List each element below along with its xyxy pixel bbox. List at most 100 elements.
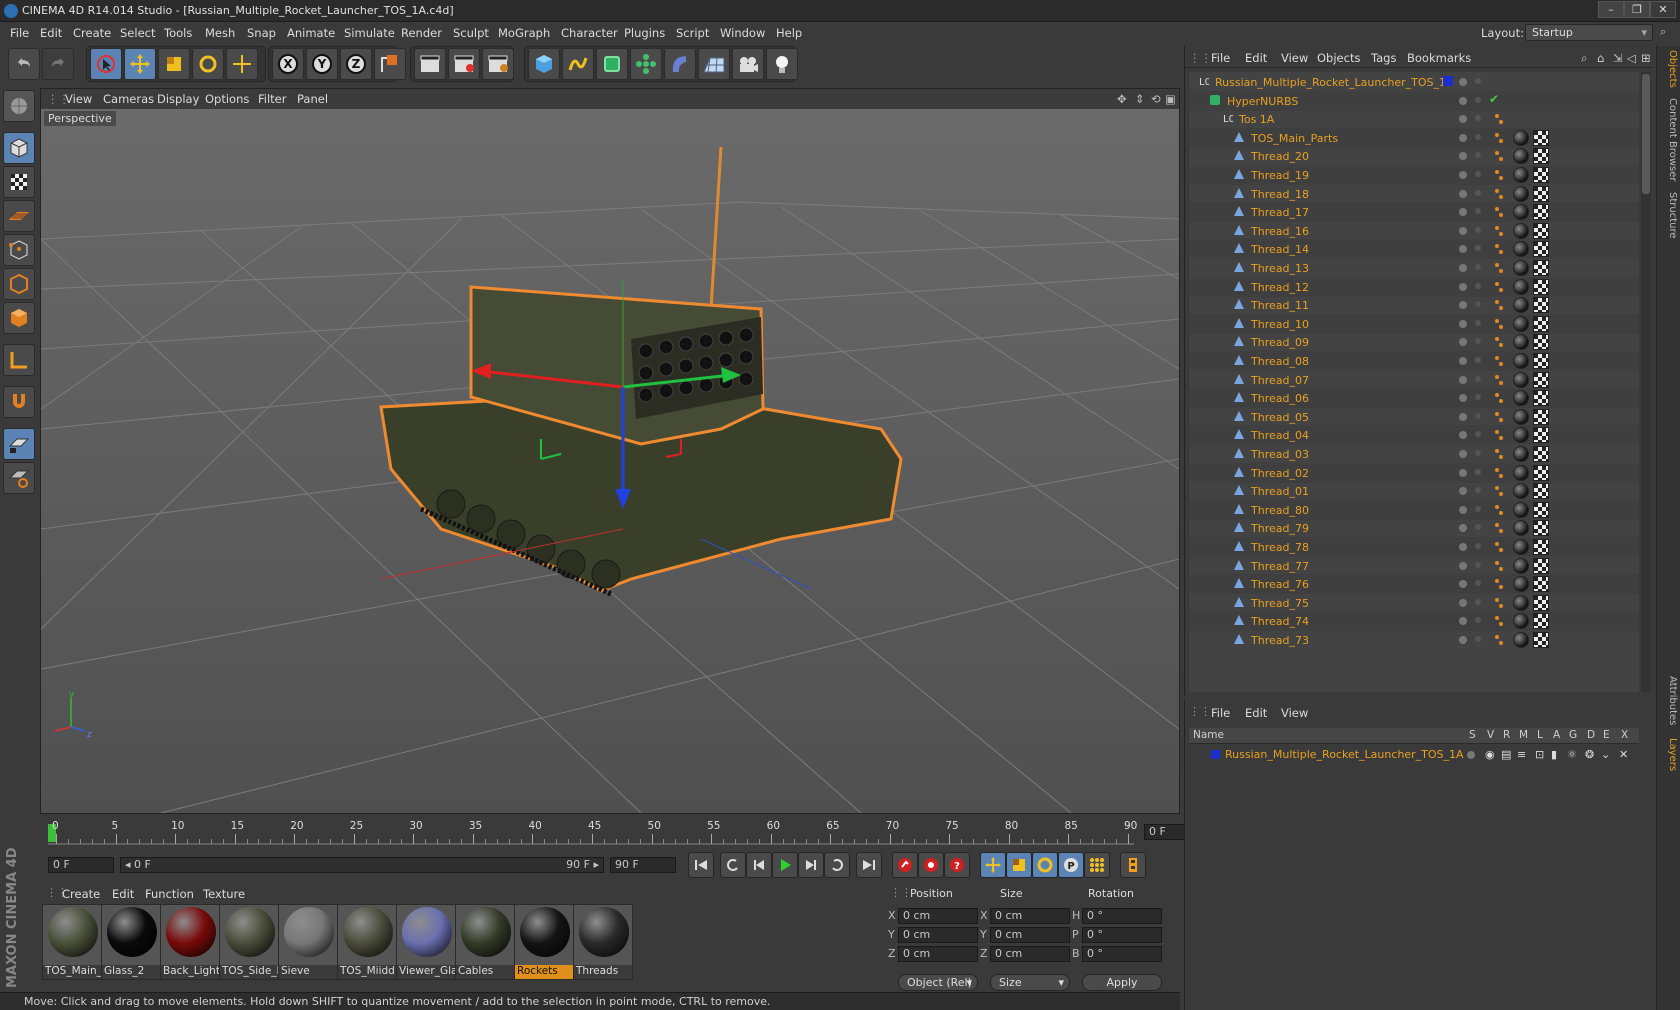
material-tag-icon[interactable]	[1513, 501, 1529, 518]
record-rotation-button[interactable]	[1032, 852, 1058, 878]
object-name[interactable]: Thread_10	[1251, 318, 1309, 331]
object-row[interactable]: Thread_11	[1189, 295, 1639, 315]
material-tag-icon[interactable]	[1513, 557, 1529, 574]
record-position-button[interactable]	[980, 852, 1006, 878]
rot-h-field[interactable]: 0 °	[1082, 908, 1162, 924]
lm-menu-view[interactable]: View	[1281, 706, 1308, 720]
menu-file[interactable]: File	[10, 26, 29, 40]
object-row[interactable]: Thread_02	[1189, 462, 1639, 483]
y-axis-lock-button[interactable]: Y	[306, 48, 338, 80]
record-point-level-button[interactable]	[1084, 852, 1110, 878]
side-tab-objects[interactable]: Objects	[1660, 50, 1678, 88]
menu-render[interactable]: Render	[401, 26, 442, 40]
animation-film-icon[interactable]: ▮	[1551, 748, 1557, 761]
rot-p-field[interactable]: 0 °	[1082, 927, 1162, 943]
uvw-tag-icon[interactable]	[1533, 260, 1549, 276]
phong-tag-icon[interactable]	[1495, 356, 1499, 360]
close-button[interactable]: ✕	[1650, 1, 1676, 18]
render-visibility-dot[interactable]	[1475, 133, 1481, 140]
menu-snap[interactable]: Snap	[247, 26, 276, 40]
editor-visibility-dot[interactable]	[1459, 431, 1467, 440]
render-visibility-dot[interactable]	[1475, 152, 1481, 159]
om-menu-edit[interactable]: Edit	[1245, 51, 1267, 65]
object-row[interactable]: Thread_08	[1189, 351, 1639, 371]
material-swatch[interactable]: Back_Light	[160, 904, 220, 980]
render-visibility-dot[interactable]	[1475, 580, 1481, 587]
scale-tool-button[interactable]	[158, 48, 190, 80]
layout-dropdown[interactable]: Startup ▾	[1525, 24, 1653, 41]
material-tag-icon[interactable]	[1513, 613, 1529, 630]
editor-visibility-dot[interactable]	[1459, 524, 1467, 533]
uvw-tag-icon[interactable]	[1533, 353, 1549, 369]
object-row[interactable]: Thread_09	[1189, 332, 1639, 352]
render-visibility-dot[interactable]	[1475, 78, 1481, 84]
render-visibility-dot[interactable]	[1475, 505, 1481, 512]
render-visibility-dot[interactable]	[1475, 375, 1481, 382]
object-name[interactable]: Thread_11	[1251, 299, 1309, 312]
menu-mesh[interactable]: Mesh	[205, 26, 235, 40]
render-visibility-dot[interactable]	[1475, 338, 1481, 345]
timeline-settings-button[interactable]	[1120, 852, 1146, 878]
lm-menu-file[interactable]: File	[1211, 706, 1230, 720]
menu-script[interactable]: Script	[676, 26, 709, 40]
editor-visibility-dot[interactable]	[1459, 282, 1467, 291]
object-name[interactable]: TOS_Main_Parts	[1251, 132, 1338, 145]
material-menu-edit[interactable]: Edit	[112, 887, 134, 901]
object-row[interactable]: Thread_18	[1189, 184, 1639, 204]
phong-tag-icon[interactable]	[1495, 281, 1499, 286]
uvw-tag-icon[interactable]	[1533, 167, 1549, 183]
phong-tag-icon[interactable]	[1495, 504, 1499, 509]
object-name[interactable]: Tos 1A	[1239, 113, 1274, 126]
om-menu-objects[interactable]: Objects	[1317, 51, 1360, 65]
object-name[interactable]: Thread_07	[1251, 374, 1309, 387]
uvw-tag-icon[interactable]	[1533, 427, 1549, 444]
maximize-button[interactable]: ❐	[1624, 1, 1650, 18]
start-frame-field[interactable]: 0 F	[48, 857, 114, 873]
material-swatch[interactable]: Viewer_Gla	[396, 904, 456, 980]
workplane-mode-button[interactable]	[3, 200, 35, 232]
viewport-menu-cameras[interactable]: Cameras	[103, 92, 154, 106]
material-tag-icon[interactable]	[1513, 278, 1529, 295]
om-menu-view[interactable]: View	[1281, 51, 1308, 65]
layer-color-swatch[interactable]	[1443, 76, 1453, 86]
material-menu-create[interactable]: Create	[62, 887, 100, 901]
object-row[interactable]: Thread_78	[1189, 537, 1639, 557]
om-menu-tags[interactable]: Tags	[1371, 51, 1396, 65]
menu-edit[interactable]: Edit	[40, 26, 62, 40]
object-row[interactable]: Thread_76	[1189, 574, 1639, 595]
phong-tag-icon[interactable]	[1495, 449, 1499, 453]
apply-button[interactable]: Apply	[1082, 974, 1162, 991]
object-row[interactable]: Thread_12	[1189, 276, 1639, 297]
uvw-tag-icon[interactable]	[1533, 222, 1549, 239]
pos-y-field[interactable]: 0 cm	[898, 927, 978, 943]
uvw-tag-icon[interactable]	[1533, 464, 1549, 481]
viewport-menu-filter[interactable]: Filter	[258, 92, 286, 106]
phong-tag-icon[interactable]	[1495, 467, 1499, 472]
phong-tag-icon[interactable]	[1495, 374, 1499, 379]
render-visibility-dot[interactable]	[1475, 226, 1481, 233]
eye-icon[interactable]: ◉	[1485, 748, 1495, 761]
uvw-tag-icon[interactable]	[1533, 408, 1549, 425]
render-visibility-dot[interactable]	[1475, 431, 1481, 438]
object-name[interactable]: Thread_80	[1251, 504, 1309, 517]
render-visibility-dot[interactable]	[1475, 468, 1481, 475]
material-swatch[interactable]: Cables	[455, 904, 515, 980]
object-name[interactable]: Thread_76	[1251, 578, 1309, 591]
editor-visibility-dot[interactable]	[1459, 245, 1467, 254]
move-tool-button[interactable]	[124, 48, 156, 80]
object-row[interactable]: Thread_14	[1189, 239, 1639, 260]
editor-visibility-dot[interactable]	[1459, 338, 1467, 347]
render-visibility-dot[interactable]	[1475, 115, 1481, 122]
viewport-menu-view[interactable]: View	[65, 92, 92, 106]
object-row[interactable]: Thread_17	[1189, 202, 1639, 223]
uvw-tag-icon[interactable]	[1533, 297, 1549, 314]
phong-tag-icon[interactable]	[1495, 114, 1499, 119]
editor-visibility-dot[interactable]	[1459, 208, 1467, 217]
material-tag-icon[interactable]	[1513, 483, 1529, 500]
go-to-previous-key-button[interactable]	[720, 852, 746, 878]
material-tag-icon[interactable]	[1513, 390, 1529, 407]
phong-tag-icon[interactable]	[1495, 597, 1499, 602]
go-to-next-key-button[interactable]	[824, 852, 850, 878]
object-name[interactable]: Thread_04	[1251, 429, 1309, 442]
object-row[interactable]: Thread_03	[1189, 444, 1639, 464]
